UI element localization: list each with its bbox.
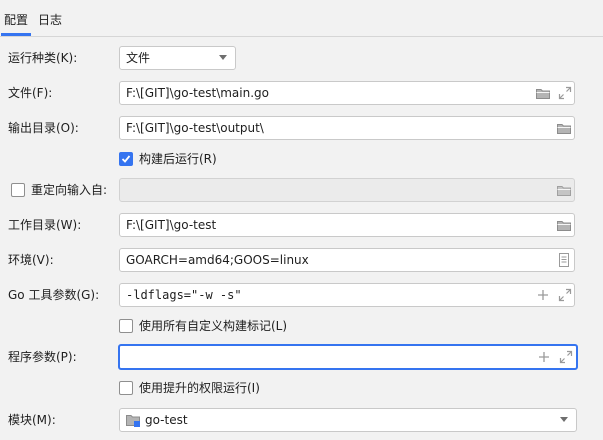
working-dir-field[interactable]: F:\[GIT]\go-test xyxy=(119,213,575,237)
expand-icon[interactable] xyxy=(557,287,573,303)
working-dir-value: F:\[GIT]\go-test xyxy=(126,218,217,232)
expand-icon[interactable] xyxy=(558,349,574,365)
folder-icon[interactable] xyxy=(556,217,572,233)
file-value: F:\[GIT]\go-test\main.go xyxy=(126,86,269,100)
output-dir-value: F:\[GIT]\go-test\output\ xyxy=(126,121,264,135)
environment-label: 环境(V): xyxy=(8,253,54,267)
use-custom-tags-checkbox[interactable] xyxy=(119,319,133,333)
go-tool-args-value: -ldflags="-w -s" xyxy=(126,288,242,302)
chevron-down-icon xyxy=(219,55,227,60)
program-args-field[interactable] xyxy=(118,344,578,370)
chevron-down-icon xyxy=(560,417,568,422)
environment-field[interactable]: GOARCH=amd64;GOOS=linux xyxy=(119,248,575,272)
plus-icon[interactable] xyxy=(536,349,552,365)
module-select[interactable]: go-test xyxy=(119,408,577,432)
module-label: 模块(M): xyxy=(8,413,56,427)
plus-icon[interactable] xyxy=(535,287,551,303)
module-folder-icon xyxy=(125,412,141,428)
environment-value: GOARCH=amd64;GOOS=linux xyxy=(126,253,309,267)
elevated-label: 使用提升的权限运行(I) xyxy=(139,381,260,395)
redirect-input-checkbox[interactable] xyxy=(11,183,25,197)
program-args-label: 程序参数(P): xyxy=(8,350,77,364)
tab-config[interactable]: 配置 xyxy=(1,12,32,36)
run-after-build-label: 构建后运行(R) xyxy=(139,152,217,166)
output-dir-field[interactable]: F:\[GIT]\go-test\output\ xyxy=(119,116,575,140)
folder-icon[interactable] xyxy=(535,85,551,101)
use-custom-tags-label: 使用所有自定义构建标记(L) xyxy=(139,319,288,333)
working-dir-label: 工作目录(W): xyxy=(8,218,82,232)
tab-log-label: 日志 xyxy=(38,13,63,27)
redirect-input-label: 重定向输入自: xyxy=(31,183,108,197)
go-tool-args-field[interactable]: -ldflags="-w -s" xyxy=(119,283,575,307)
elevated-checkbox[interactable] xyxy=(119,381,133,395)
document-icon[interactable] xyxy=(556,252,572,268)
tab-bar: 配置 日志 xyxy=(0,0,603,37)
tab-log[interactable]: 日志 xyxy=(38,12,62,36)
expand-icon[interactable] xyxy=(557,85,573,101)
module-value: go-test xyxy=(145,413,188,427)
folder-icon xyxy=(556,182,572,198)
checkmark-icon xyxy=(121,155,131,163)
active-tab-indicator xyxy=(1,33,32,36)
folder-icon[interactable] xyxy=(556,120,572,136)
output-dir-label: 输出目录(O): xyxy=(8,121,79,135)
tab-config-label: 配置 xyxy=(4,13,29,27)
file-field[interactable]: F:\[GIT]\go-test\main.go xyxy=(119,81,575,105)
run-after-build-checkbox[interactable] xyxy=(119,152,133,166)
run-kind-value: 文件 xyxy=(126,51,151,65)
redirect-input-field xyxy=(119,178,575,202)
file-label: 文件(F): xyxy=(8,86,53,100)
go-tool-args-label: Go 工具参数(G): xyxy=(8,288,100,302)
run-kind-select[interactable]: 文件 xyxy=(119,46,236,70)
run-kind-label: 运行种类(K): xyxy=(8,51,78,65)
